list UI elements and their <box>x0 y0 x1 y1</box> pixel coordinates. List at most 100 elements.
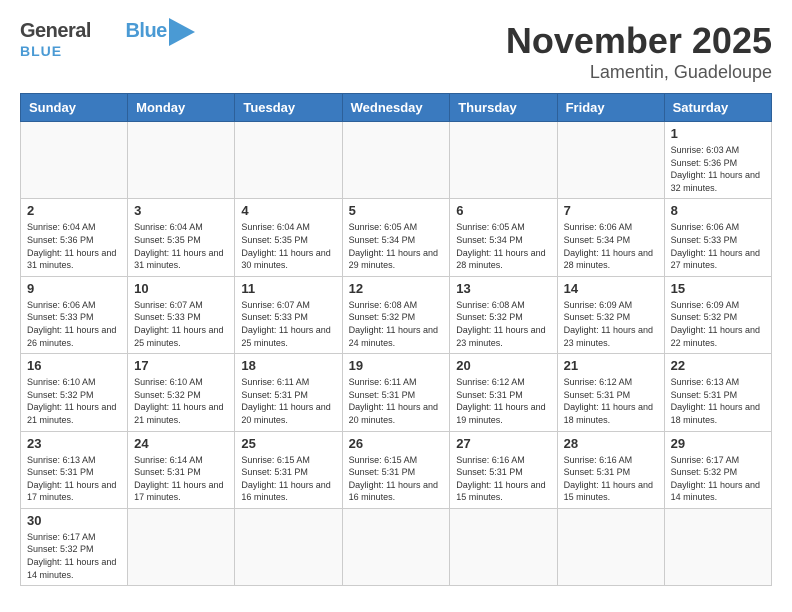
calendar-cell-w4-d2: 17 Sunrise: 6:10 AM Sunset: 5:32 PM Dayli… <box>128 354 235 431</box>
day-info: Sunrise: 6:06 AM Sunset: 5:33 PM Dayligh… <box>671 221 765 271</box>
header-monday: Monday <box>128 94 235 122</box>
logo: General Blue BLUE <box>20 20 167 61</box>
day-number: 15 <box>671 281 765 296</box>
day-info: Sunrise: 6:12 AM Sunset: 5:31 PM Dayligh… <box>456 376 550 426</box>
header-saturday: Saturday <box>664 94 771 122</box>
calendar-cell-w1-d7: 1 Sunrise: 6:03 AM Sunset: 5:36 PM Daylig… <box>664 122 771 199</box>
day-info: Sunrise: 6:04 AM Sunset: 5:35 PM Dayligh… <box>241 221 335 271</box>
day-info: Sunrise: 6:09 AM Sunset: 5:32 PM Dayligh… <box>671 299 765 349</box>
day-number: 16 <box>27 358 121 373</box>
day-info: Sunrise: 6:07 AM Sunset: 5:33 PM Dayligh… <box>134 299 228 349</box>
calendar-cell-w5-d7: 29 Sunrise: 6:17 AM Sunset: 5:32 PM Dayli… <box>664 431 771 508</box>
calendar-cell-w2-d1: 2 Sunrise: 6:04 AM Sunset: 5:36 PM Daylig… <box>21 199 128 276</box>
calendar-header-row: Sunday Monday Tuesday Wednesday Thursday… <box>21 94 772 122</box>
day-number: 2 <box>27 203 121 218</box>
calendar-cell-w6-d3 <box>235 508 342 585</box>
day-info: Sunrise: 6:17 AM Sunset: 5:32 PM Dayligh… <box>27 531 121 581</box>
calendar-cell-w5-d2: 24Sunrise: 6:14 AM Sunset: 5:31 PM Dayli… <box>128 431 235 508</box>
calendar-cell-w6-d4 <box>342 508 450 585</box>
calendar-week-4: 16 Sunrise: 6:10 AM Sunset: 5:32 PM Dayli… <box>21 354 772 431</box>
page-header: General Blue BLUE November 2025 Lamentin… <box>20 20 772 83</box>
calendar-cell-w1-d6 <box>557 122 664 199</box>
day-info: Sunrise: 6:08 AM Sunset: 5:32 PM Dayligh… <box>349 299 444 349</box>
calendar-cell-w6-d2 <box>128 508 235 585</box>
day-number: 11 <box>241 281 335 296</box>
day-info: Sunrise: 6:06 AM Sunset: 5:33 PM Dayligh… <box>27 299 121 349</box>
calendar-cell-w1-d2 <box>128 122 235 199</box>
day-number: 4 <box>241 203 335 218</box>
day-number: 23 <box>27 436 121 451</box>
calendar-cell-w6-d5 <box>450 508 557 585</box>
calendar-cell-w6-d1: 30 Sunrise: 6:17 AM Sunset: 5:32 PM Dayli… <box>21 508 128 585</box>
day-number: 30 <box>27 513 121 528</box>
calendar-week-5: 23 Sunrise: 6:13 AM Sunset: 5:31 PM Dayli… <box>21 431 772 508</box>
calendar-cell-w4-d3: 18 Sunrise: 6:11 AM Sunset: 5:31 PM Dayli… <box>235 354 342 431</box>
day-number: 26 <box>349 436 444 451</box>
calendar-cell-w1-d3 <box>235 122 342 199</box>
calendar-cell-w2-d7: 8 Sunrise: 6:06 AM Sunset: 5:33 PM Daylig… <box>664 199 771 276</box>
day-number: 25 <box>241 436 335 451</box>
calendar-cell-w6-d6 <box>557 508 664 585</box>
day-info: Sunrise: 6:13 AM Sunset: 5:31 PM Dayligh… <box>27 454 121 504</box>
day-number: 24 <box>134 436 228 451</box>
logo-triangle-icon <box>169 18 195 46</box>
logo-general-text: General <box>20 20 91 42</box>
header-tuesday: Tuesday <box>235 94 342 122</box>
calendar-cell-w5-d6: 28 Sunrise: 6:16 AM Sunset: 5:31 PM Dayli… <box>557 431 664 508</box>
day-number: 5 <box>349 203 444 218</box>
day-number: 17 <box>134 358 228 373</box>
day-number: 9 <box>27 281 121 296</box>
day-number: 1 <box>671 126 765 141</box>
day-number: 20 <box>456 358 550 373</box>
day-number: 6 <box>456 203 550 218</box>
calendar-cell-w3-d5: 13Sunrise: 6:08 AM Sunset: 5:32 PM Dayli… <box>450 276 557 353</box>
calendar-cell-w2-d6: 7 Sunrise: 6:06 AM Sunset: 5:34 PM Daylig… <box>557 199 664 276</box>
calendar-cell-w4-d4: 19 Sunrise: 6:11 AM Sunset: 5:31 PM Dayli… <box>342 354 450 431</box>
calendar-cell-w3-d3: 11 Sunrise: 6:07 AM Sunset: 5:33 PM Dayli… <box>235 276 342 353</box>
calendar-week-6: 30 Sunrise: 6:17 AM Sunset: 5:32 PM Dayli… <box>21 508 772 585</box>
logo-tagline: BLUE <box>20 43 62 59</box>
calendar-cell-w4-d6: 21Sunrise: 6:12 AM Sunset: 5:31 PM Dayli… <box>557 354 664 431</box>
calendar-cell-w1-d4 <box>342 122 450 199</box>
calendar-cell-w3-d7: 15 Sunrise: 6:09 AM Sunset: 5:32 PM Dayli… <box>664 276 771 353</box>
day-number: 28 <box>564 436 658 451</box>
day-number: 8 <box>671 203 765 218</box>
day-info: Sunrise: 6:06 AM Sunset: 5:34 PM Dayligh… <box>564 221 658 271</box>
calendar-cell-w3-d2: 10 Sunrise: 6:07 AM Sunset: 5:33 PM Dayli… <box>128 276 235 353</box>
day-number: 10 <box>134 281 228 296</box>
day-number: 19 <box>349 358 444 373</box>
day-info: Sunrise: 6:10 AM Sunset: 5:32 PM Dayligh… <box>27 376 121 426</box>
day-number: 12 <box>349 281 444 296</box>
day-info: Sunrise: 6:15 AM Sunset: 5:31 PM Dayligh… <box>349 454 444 504</box>
calendar-week-1: 1 Sunrise: 6:03 AM Sunset: 5:36 PM Daylig… <box>21 122 772 199</box>
calendar-cell-w2-d4: 5 Sunrise: 6:05 AM Sunset: 5:34 PM Daylig… <box>342 199 450 276</box>
day-number: 29 <box>671 436 765 451</box>
calendar-cell-w4-d7: 22Sunrise: 6:13 AM Sunset: 5:31 PM Dayli… <box>664 354 771 431</box>
day-number: 7 <box>564 203 658 218</box>
calendar-cell-w4-d5: 20 Sunrise: 6:12 AM Sunset: 5:31 PM Dayli… <box>450 354 557 431</box>
day-number: 18 <box>241 358 335 373</box>
day-info: Sunrise: 6:11 AM Sunset: 5:31 PM Dayligh… <box>241 376 335 426</box>
day-info: Sunrise: 6:03 AM Sunset: 5:36 PM Dayligh… <box>671 144 765 194</box>
day-number: 3 <box>134 203 228 218</box>
day-info: Sunrise: 6:07 AM Sunset: 5:33 PM Dayligh… <box>241 299 335 349</box>
calendar-cell-w3-d1: 9 Sunrise: 6:06 AM Sunset: 5:33 PM Daylig… <box>21 276 128 353</box>
day-info: Sunrise: 6:05 AM Sunset: 5:34 PM Dayligh… <box>349 221 444 271</box>
day-info: Sunrise: 6:17 AM Sunset: 5:32 PM Dayligh… <box>671 454 765 504</box>
calendar-cell-w3-d6: 14Sunrise: 6:09 AM Sunset: 5:32 PM Dayli… <box>557 276 664 353</box>
day-info: Sunrise: 6:04 AM Sunset: 5:35 PM Dayligh… <box>134 221 228 271</box>
calendar-cell-w2-d3: 4 Sunrise: 6:04 AM Sunset: 5:35 PM Daylig… <box>235 199 342 276</box>
logo-blue-text: Blue <box>125 20 166 42</box>
day-info: Sunrise: 6:13 AM Sunset: 5:31 PM Dayligh… <box>671 376 765 426</box>
title-block: November 2025 Lamentin, Guadeloupe <box>506 20 772 83</box>
day-info: Sunrise: 6:04 AM Sunset: 5:36 PM Dayligh… <box>27 221 121 271</box>
header-friday: Friday <box>557 94 664 122</box>
calendar-week-3: 9 Sunrise: 6:06 AM Sunset: 5:33 PM Daylig… <box>21 276 772 353</box>
day-info: Sunrise: 6:11 AM Sunset: 5:31 PM Dayligh… <box>349 376 444 426</box>
calendar-cell-w5-d1: 23 Sunrise: 6:13 AM Sunset: 5:31 PM Dayli… <box>21 431 128 508</box>
calendar-cell-w6-d7 <box>664 508 771 585</box>
calendar-cell-w5-d4: 26 Sunrise: 6:15 AM Sunset: 5:31 PM Dayli… <box>342 431 450 508</box>
day-info: Sunrise: 6:10 AM Sunset: 5:32 PM Dayligh… <box>134 376 228 426</box>
calendar-cell-w4-d1: 16 Sunrise: 6:10 AM Sunset: 5:32 PM Dayli… <box>21 354 128 431</box>
day-info: Sunrise: 6:16 AM Sunset: 5:31 PM Dayligh… <box>564 454 658 504</box>
